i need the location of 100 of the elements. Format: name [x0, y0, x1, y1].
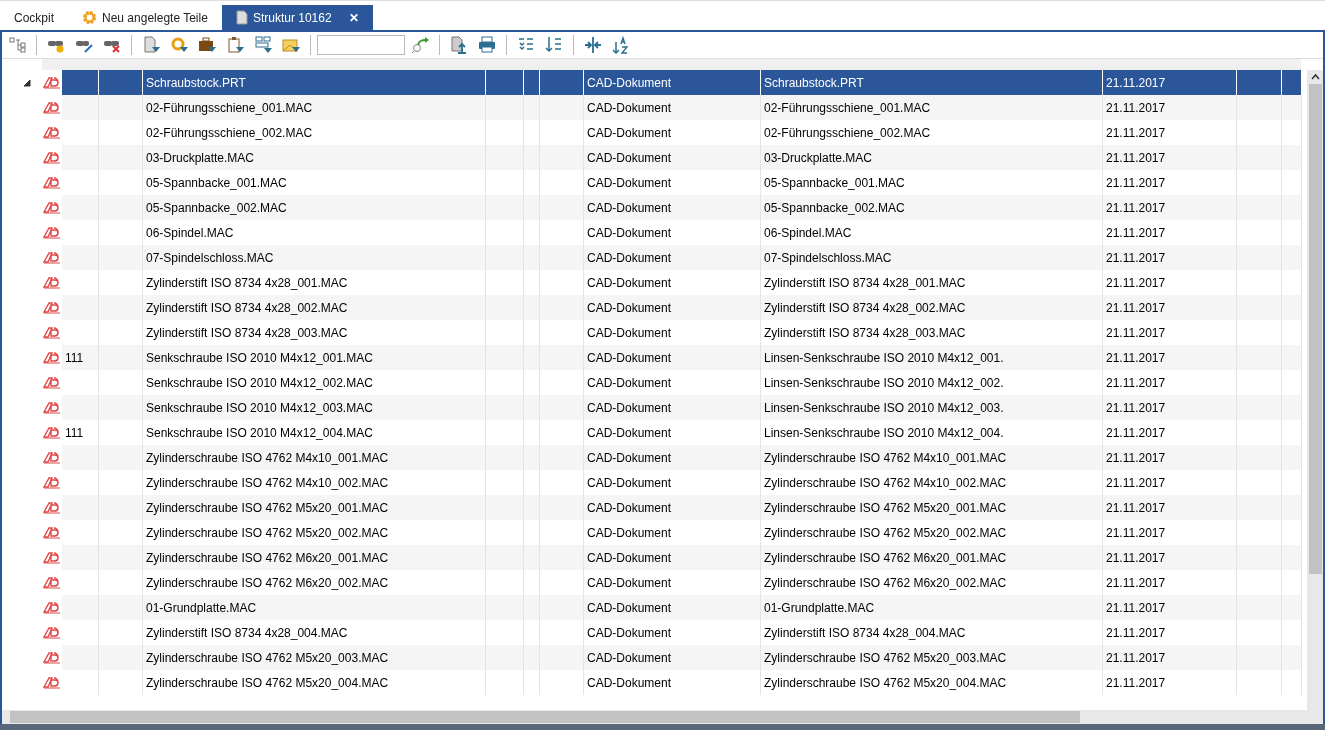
table-cell — [524, 545, 540, 570]
table-cell: 21.11.2017 — [1103, 195, 1237, 220]
assembly-icon — [43, 676, 61, 689]
table-cell — [540, 545, 584, 570]
table-cell — [486, 395, 524, 420]
table-cell: Zylinderstift ISO 8734 4x28_002.MAC — [143, 295, 486, 320]
table-cell — [1282, 245, 1302, 270]
table-cell — [1282, 545, 1302, 570]
table-cell: Zylinderschraube ISO 4762 M5x20_004.MAC — [761, 670, 1103, 695]
assembly-icon — [43, 426, 61, 439]
table-cell: 21.11.2017 — [1103, 670, 1237, 695]
table-cell — [524, 95, 540, 120]
table-cell: 21.11.2017 — [1103, 95, 1237, 120]
table-cell — [99, 295, 143, 320]
table-cell — [524, 495, 540, 520]
table-cell: Zylinderschraube ISO 4762 M5x20_001.MAC — [143, 495, 486, 520]
gear-icon — [82, 10, 97, 25]
table-cell — [486, 95, 524, 120]
assembly-icon — [43, 151, 61, 164]
table-cell — [1237, 245, 1282, 270]
assembly-icon — [43, 76, 61, 89]
table-cell — [524, 195, 540, 220]
table-cell — [524, 445, 540, 470]
table-cell — [1282, 145, 1302, 170]
table-cell: 21.11.2017 — [1103, 645, 1237, 670]
vertical-scrollbar[interactable] — [1307, 70, 1323, 710]
table-cell: CAD-Dokument — [584, 445, 761, 470]
assembly-icon — [43, 551, 61, 564]
table-cell: CAD-Dokument — [584, 245, 761, 270]
table-cell — [1282, 195, 1302, 220]
table-cell — [1237, 545, 1282, 570]
table-cell — [1237, 145, 1282, 170]
table-cell — [1237, 195, 1282, 220]
table-cell — [540, 395, 584, 420]
table-cell: CAD-Dokument — [584, 670, 761, 695]
close-button[interactable]: ✕ — [348, 10, 359, 25]
table-cell — [99, 595, 143, 620]
table-cell: CAD-Dokument — [584, 595, 761, 620]
table-cell — [524, 645, 540, 670]
table-cell: Linsen-Senkschraube ISO 2010 M4x12_001. — [761, 345, 1103, 370]
table-cell — [1282, 645, 1302, 670]
table-cell — [1282, 295, 1302, 320]
table-cell — [524, 295, 540, 320]
table-cell: Zylinderschraube ISO 4762 M5x20_003.MAC — [761, 645, 1103, 670]
table-cell — [540, 445, 584, 470]
assembly-icon — [43, 176, 61, 189]
table-cell: 111 — [62, 345, 99, 370]
table-cell: Zylinderstift ISO 8734 4x28_002.MAC — [761, 295, 1103, 320]
search-field[interactable] — [317, 35, 405, 55]
tab[interactable]: Struktur 10162 ✕ — [221, 5, 373, 30]
table-cell — [1237, 595, 1282, 620]
table-cell: 21.11.2017 — [1103, 70, 1237, 95]
expand-arrow-icon[interactable] — [23, 78, 31, 87]
table-cell — [486, 245, 524, 270]
table-cell: 02-Führungsschiene_001.MAC — [143, 95, 486, 120]
assembly-icon — [43, 276, 61, 289]
table-cell: CAD-Dokument — [584, 95, 761, 120]
document-icon — [235, 10, 248, 25]
table-cell: 21.11.2017 — [1103, 145, 1237, 170]
table-cell — [1237, 495, 1282, 520]
table-cell: Zylinderschraube ISO 4762 M6x20_001.MAC — [143, 545, 486, 570]
table-cell — [540, 645, 584, 670]
assembly-icon — [43, 326, 61, 339]
table-cell: Zylinderschraube ISO 4762 M5x20_004.MAC — [143, 670, 486, 695]
table-cell — [1282, 95, 1302, 120]
table-cell — [1282, 345, 1302, 370]
table-cell: 21.11.2017 — [1103, 595, 1237, 620]
table-cell — [1237, 395, 1282, 420]
table-cell: Zylinderschraube ISO 4762 M5x20_001.MAC — [761, 495, 1103, 520]
table-cell — [486, 295, 524, 320]
assembly-icon — [43, 101, 61, 114]
assembly-icon — [43, 251, 61, 264]
table-cell: CAD-Dokument — [584, 195, 761, 220]
table-cell — [99, 195, 143, 220]
table-cell: 07-Spindelschloss.MAC — [761, 245, 1103, 270]
assembly-icon — [43, 376, 61, 389]
tab[interactable]: Neu angelegte Teile — [68, 5, 222, 30]
table-cell: CAD-Dokument — [584, 395, 761, 420]
table-cell — [1237, 95, 1282, 120]
table-cell — [1237, 445, 1282, 470]
table-cell: CAD-Dokument — [584, 345, 761, 370]
assembly-icon — [43, 576, 61, 589]
table-cell: 05-Spannbacke_002.MAC — [143, 195, 486, 220]
table-cell — [540, 70, 584, 95]
table-cell: 21.11.2017 — [1103, 345, 1237, 370]
assembly-icon — [43, 301, 61, 314]
assembly-icon — [43, 651, 61, 664]
horizontal-scrollbar[interactable] — [2, 710, 1323, 724]
table-cell — [1282, 595, 1302, 620]
table-cell — [540, 295, 584, 320]
table-cell — [99, 95, 143, 120]
assembly-icon — [43, 351, 61, 364]
table-cell: Senkschraube ISO 2010 M4x12_001.MAC — [143, 345, 486, 370]
table-cell: 21.11.2017 — [1103, 295, 1237, 320]
table-cell: CAD-Dokument — [584, 295, 761, 320]
table-cell — [524, 595, 540, 620]
table-cell — [99, 145, 143, 170]
assembly-icon — [43, 476, 61, 489]
tab[interactable]: Cockpit — [0, 5, 68, 30]
table-cell: Zylinderschraube ISO 4762 M4x10_001.MAC — [761, 445, 1103, 470]
